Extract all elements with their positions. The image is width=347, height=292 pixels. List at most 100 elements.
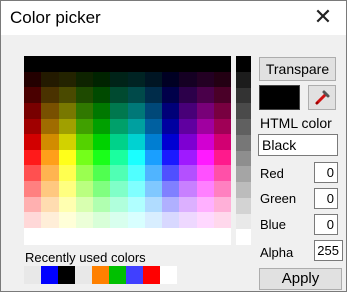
- palette-cell[interactable]: [110, 134, 128, 150]
- palette-cell[interactable]: [127, 71, 145, 88]
- palette-cell[interactable]: [144, 149, 162, 166]
- palette-cell[interactable]: [144, 56, 162, 72]
- palette-cell[interactable]: [58, 149, 76, 166]
- gray-cell[interactable]: [236, 103, 251, 119]
- palette-cell[interactable]: [179, 71, 197, 88]
- palette-cell[interactable]: [162, 134, 180, 150]
- palette-cell[interactable]: [144, 118, 162, 135]
- gray-cell[interactable]: [236, 71, 251, 88]
- gray-cell[interactable]: [236, 150, 251, 167]
- palette-cell[interactable]: [93, 134, 111, 150]
- palette-cell[interactable]: [93, 118, 111, 135]
- palette-cell[interactable]: [93, 149, 111, 166]
- gray-cell[interactable]: [236, 213, 251, 230]
- palette-cell[interactable]: [127, 196, 145, 213]
- palette-cell[interactable]: [213, 56, 231, 72]
- palette-cell[interactable]: [24, 118, 42, 135]
- recent-color-swatch[interactable]: [24, 266, 41, 284]
- palette-cell[interactable]: [41, 149, 59, 166]
- palette-cell[interactable]: [127, 102, 145, 119]
- palette-cell[interactable]: [196, 87, 214, 103]
- palette-cell[interactable]: [144, 165, 162, 182]
- palette-cell[interactable]: [41, 56, 59, 72]
- palette-cell[interactable]: [41, 118, 59, 135]
- palette-cell[interactable]: [58, 118, 76, 135]
- palette-cell[interactable]: [179, 212, 197, 228]
- palette-cell[interactable]: [213, 134, 231, 150]
- palette-cell[interactable]: [110, 71, 128, 88]
- palette-cell[interactable]: [41, 196, 59, 213]
- palette-cell[interactable]: [110, 212, 128, 228]
- palette-cell[interactable]: [110, 102, 128, 119]
- palette-cell[interactable]: [41, 102, 59, 119]
- palette-cell[interactable]: [144, 87, 162, 103]
- recent-color-swatch[interactable]: [41, 266, 58, 284]
- recent-color-swatch[interactable]: [109, 266, 126, 284]
- red-field[interactable]: 0: [314, 162, 338, 183]
- palette-cell[interactable]: [24, 134, 42, 150]
- recent-color-swatch[interactable]: [75, 266, 92, 284]
- eyedropper-button[interactable]: [308, 85, 336, 110]
- palette-cell[interactable]: [58, 212, 76, 228]
- palette-cell[interactable]: [75, 165, 93, 182]
- palette-cell[interactable]: [75, 56, 93, 72]
- palette-cell[interactable]: [93, 181, 111, 197]
- palette-cell[interactable]: [162, 212, 180, 228]
- palette-cell[interactable]: [24, 87, 42, 103]
- palette-cell[interactable]: [196, 196, 214, 213]
- palette-cell[interactable]: [162, 87, 180, 103]
- recent-color-swatch[interactable]: [143, 266, 160, 284]
- palette-cell[interactable]: [162, 181, 180, 197]
- palette-cell[interactable]: [127, 134, 145, 150]
- palette-cell[interactable]: [127, 212, 145, 228]
- palette-cell[interactable]: [196, 56, 214, 72]
- palette-cell[interactable]: [75, 181, 93, 197]
- palette-cell[interactable]: [93, 165, 111, 182]
- palette-cell[interactable]: [75, 134, 93, 150]
- palette-cell[interactable]: [41, 165, 59, 182]
- palette-cell[interactable]: [110, 149, 128, 166]
- palette-cell[interactable]: [75, 149, 93, 166]
- palette-cell[interactable]: [127, 56, 145, 72]
- palette-cell[interactable]: [75, 71, 93, 88]
- palette-cell[interactable]: [179, 102, 197, 119]
- close-icon[interactable]: ✕: [308, 3, 338, 31]
- blue-field[interactable]: 0: [314, 214, 338, 235]
- gray-cell[interactable]: [236, 229, 251, 245]
- palette-cell[interactable]: [93, 71, 111, 88]
- palette-cell[interactable]: [24, 149, 42, 166]
- palette-cell[interactable]: [58, 165, 76, 182]
- gray-cell[interactable]: [236, 197, 251, 214]
- palette-cell[interactable]: [213, 165, 231, 182]
- palette-cell[interactable]: [58, 196, 76, 213]
- palette-cell[interactable]: [24, 181, 42, 197]
- palette-cell[interactable]: [127, 165, 145, 182]
- palette-cell[interactable]: [41, 87, 59, 103]
- palette-cell[interactable]: [24, 165, 42, 182]
- palette-cell[interactable]: [144, 212, 162, 228]
- palette-cell[interactable]: [179, 181, 197, 197]
- palette-cell[interactable]: [58, 87, 76, 103]
- palette-cell[interactable]: [213, 181, 231, 197]
- palette-cell[interactable]: [127, 181, 145, 197]
- palette-cell[interactable]: [144, 196, 162, 213]
- palette-cell[interactable]: [179, 118, 197, 135]
- palette-cell[interactable]: [110, 181, 128, 197]
- palette-cell[interactable]: [93, 212, 111, 228]
- palette-cell[interactable]: [24, 196, 42, 213]
- palette-cell[interactable]: [41, 71, 59, 88]
- palette-cell[interactable]: [127, 118, 145, 135]
- palette-cell[interactable]: [196, 71, 214, 88]
- palette-cell[interactable]: [110, 56, 128, 72]
- gray-scale-strip[interactable]: [236, 56, 251, 245]
- palette-cell[interactable]: [93, 56, 111, 72]
- palette-cell[interactable]: [24, 102, 42, 119]
- palette-cell[interactable]: [213, 149, 231, 166]
- gray-cell[interactable]: [236, 182, 251, 198]
- palette-cell[interactable]: [179, 165, 197, 182]
- palette-cell[interactable]: [179, 196, 197, 213]
- palette-cell[interactable]: [110, 165, 128, 182]
- palette-cell[interactable]: [93, 102, 111, 119]
- palette-cell[interactable]: [196, 181, 214, 197]
- palette-cell[interactable]: [93, 87, 111, 103]
